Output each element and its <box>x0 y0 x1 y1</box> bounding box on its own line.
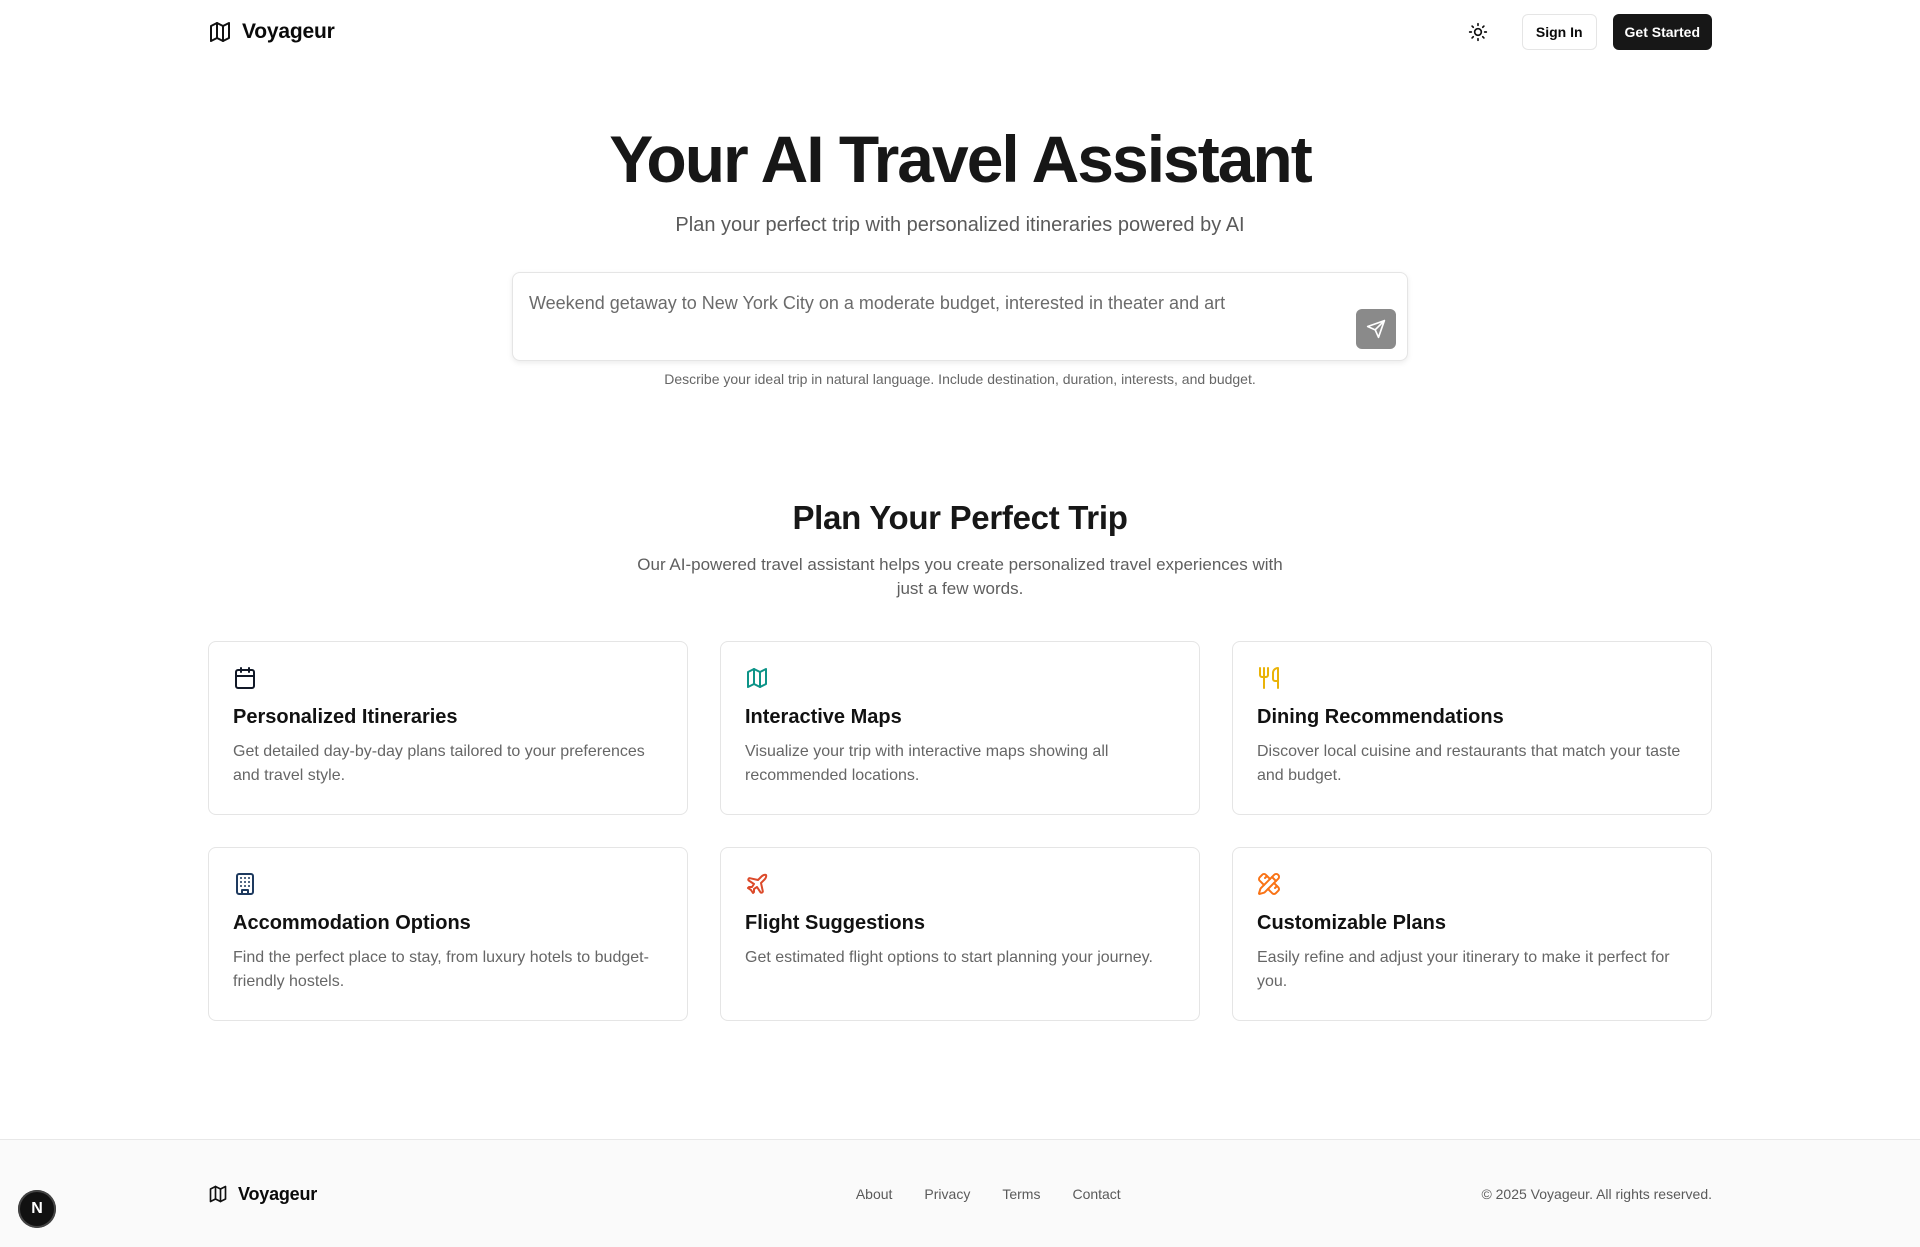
feature-card-title: Interactive Maps <box>745 706 902 728</box>
brand-logo[interactable]: Voyageur <box>208 20 335 44</box>
feature-card-description: Easily refine and adjust your itinerary … <box>1257 949 1670 990</box>
features-section: Plan Your Perfect Trip Our AI-powered tr… <box>208 499 1712 1021</box>
feature-card: Customizable Plans Easily refine and adj… <box>1232 847 1712 1021</box>
hero-subtitle: Plan your perfect trip with personalized… <box>675 214 1245 236</box>
site-footer: Voyageur About Privacy Terms Contact © 2… <box>0 1139 1920 1247</box>
theme-toggle-button[interactable] <box>1458 14 1498 50</box>
feature-card-description: Find the perfect place to stay, from lux… <box>233 949 649 990</box>
feature-card: Interactive Maps Visualize your trip wit… <box>720 641 1200 815</box>
feature-card-title: Accommodation Options <box>233 912 471 934</box>
dev-tools-badge[interactable]: N <box>18 1190 56 1228</box>
footer-link-about[interactable]: About <box>856 1186 893 1202</box>
footer-link-contact[interactable]: Contact <box>1072 1186 1120 1202</box>
features-subtitle: Our AI-powered travel assistant helps yo… <box>637 555 1283 598</box>
prompt-hint: Describe your ideal trip in natural lang… <box>664 371 1256 387</box>
copyright-text: © 2025 Voyageur. All rights reserved. <box>1481 1186 1712 1202</box>
feature-card-description: Get estimated flight options to start pl… <box>745 949 1153 966</box>
feature-card-title: Personalized Itineraries <box>233 706 458 728</box>
footer-link-privacy[interactable]: Privacy <box>924 1186 970 1202</box>
trip-prompt-input[interactable]: Weekend getaway to New York City on a mo… <box>512 272 1408 361</box>
plane-icon <box>745 872 769 896</box>
pencil-ruler-icon <box>1257 872 1281 896</box>
footer-link-terms[interactable]: Terms <box>1002 1186 1040 1202</box>
send-icon <box>1366 319 1386 339</box>
get-started-button[interactable]: Get Started <box>1612 13 1712 50</box>
footer-brand-name: Voyageur <box>238 1183 318 1204</box>
hero-title: Your AI Travel Assistant <box>609 122 1312 196</box>
map-icon <box>210 21 230 42</box>
brand-name: Voyageur <box>242 19 335 43</box>
footer-brand[interactable]: Voyageur <box>208 1184 317 1205</box>
feature-card-description: Get detailed day-by-day plans tailored t… <box>233 743 645 784</box>
feature-card: Accommodation Options Find the perfect p… <box>208 847 688 1021</box>
feature-card: Personalized Itineraries Get detailed da… <box>208 641 688 815</box>
calendar-icon <box>233 666 257 690</box>
hero-section: Your AI Travel Assistant Plan your perfe… <box>208 126 1712 387</box>
feature-card: Flight Suggestions Get estimated flight … <box>720 847 1200 1021</box>
features-title: Plan Your Perfect Trip <box>792 499 1128 536</box>
site-header: Voyageur Sign In Get Started <box>208 0 1712 63</box>
feature-card-title: Flight Suggestions <box>745 912 925 934</box>
feature-card-title: Dining Recommendations <box>1257 706 1504 728</box>
features-grid: Personalized Itineraries Get detailed da… <box>208 641 1712 1021</box>
feature-card-description: Visualize your trip with interactive map… <box>745 743 1109 784</box>
feature-card-title: Customizable Plans <box>1257 912 1446 934</box>
footer-nav: About Privacy Terms Contact <box>856 1186 1121 1202</box>
map-icon <box>745 666 769 690</box>
feature-card-description: Discover local cuisine and restaurants t… <box>1257 743 1681 784</box>
sun-icon <box>1468 22 1488 41</box>
building-icon <box>233 872 257 896</box>
send-button[interactable] <box>1356 309 1396 349</box>
sign-in-button[interactable]: Sign In <box>1521 13 1597 50</box>
utensils-icon <box>1257 666 1281 690</box>
feature-card: Dining Recommendations Discover local cu… <box>1232 641 1712 815</box>
trip-prompt-value[interactable]: Weekend getaway to New York City on a mo… <box>529 293 1225 314</box>
map-icon <box>209 1185 227 1203</box>
